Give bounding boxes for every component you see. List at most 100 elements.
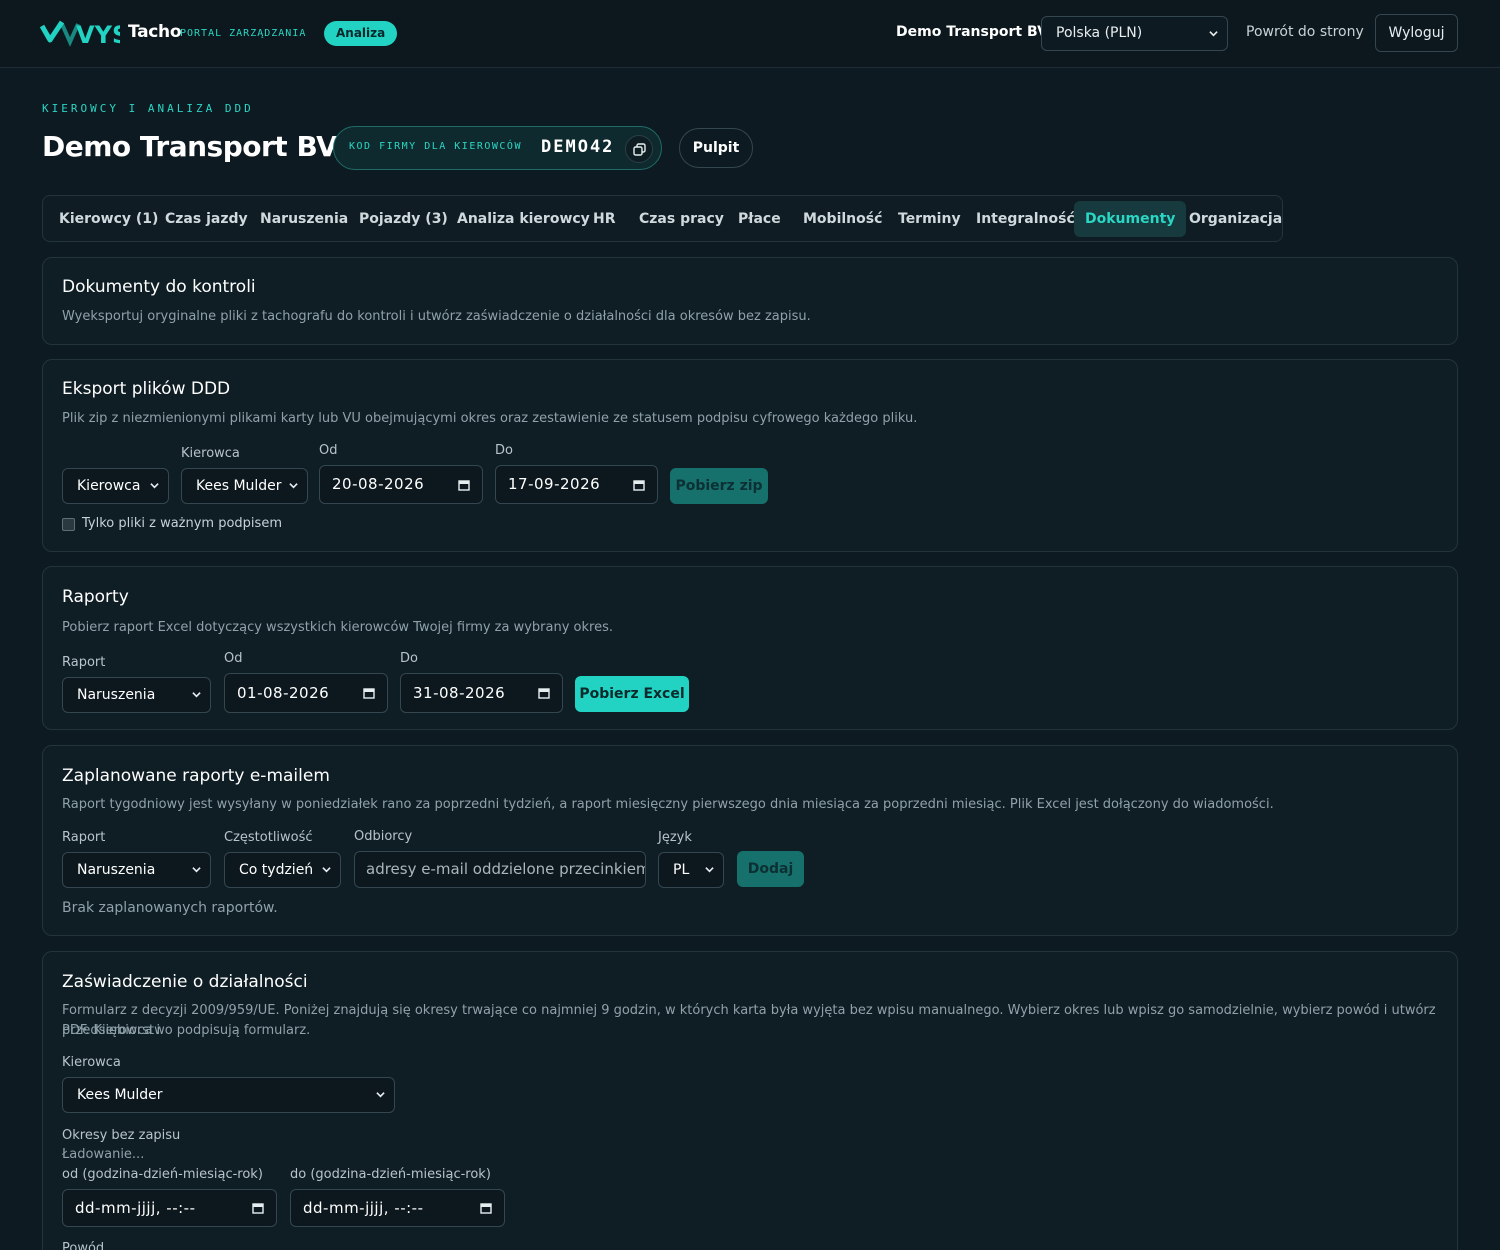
calendar-icon xyxy=(538,688,550,699)
recipients-placeholder: adresy e-mail oddzielone przecinkiem xyxy=(366,860,646,878)
export-driver-select[interactable]: Kees Mulder xyxy=(181,468,308,504)
report-type-select[interactable]: Naruszenia xyxy=(62,677,211,713)
chevron-down-icon xyxy=(150,483,159,489)
frequency-label: Częstotliwość xyxy=(224,830,313,845)
chevron-down-icon xyxy=(376,1092,385,1098)
add-schedule-button[interactable]: Dodaj xyxy=(737,851,804,887)
card-description-line2: przedsiębiorstwo podpisują formularz. xyxy=(62,1023,311,1038)
to-datetime-placeholder: dd-mm-jjjj, --:-- xyxy=(303,1199,424,1217)
download-zip-button[interactable]: Pobierz zip xyxy=(670,468,768,504)
card-description: Plik zip z niezmienionymi plikami karty … xyxy=(62,411,918,426)
tab-kierowcy[interactable]: Kierowcy (1) xyxy=(48,201,169,237)
export-to-date[interactable]: 17-09-2026 xyxy=(495,465,658,504)
country-select-value: Polska (PLN) xyxy=(1056,25,1143,41)
report-from-date[interactable]: 01-08-2026 xyxy=(224,673,388,713)
export-to-value: 17-09-2026 xyxy=(508,475,601,493)
card-title: Zaplanowane raporty e-mailem xyxy=(62,766,330,786)
calendar-icon xyxy=(480,1203,492,1214)
to-label: Do xyxy=(400,651,418,666)
export-from-value: 20-08-2026 xyxy=(332,475,425,493)
chevron-down-icon xyxy=(705,867,714,873)
card-description: Wyeksportuj oryginalne pliki z tachograf… xyxy=(62,309,811,324)
frequency-value: Co tydzień xyxy=(239,862,314,878)
calendar-icon xyxy=(363,688,375,699)
tab-place[interactable]: Płace xyxy=(727,201,792,237)
scheduled-reports-card: Zaplanowane raporty e-mailem Raport tygo… xyxy=(42,745,1458,936)
tab-integralnosc[interactable]: Integralność xyxy=(965,201,1086,237)
export-type-select[interactable]: Kierowca xyxy=(62,468,169,504)
attestation-driver-value: Kees Mulder xyxy=(77,1087,163,1103)
page-title: Demo Transport BV xyxy=(42,130,338,163)
card-description: Raport tygodniowy jest wysyłany w ponied… xyxy=(62,797,1274,812)
tab-terminy[interactable]: Terminy xyxy=(887,201,972,237)
to-label: Do xyxy=(495,443,513,458)
export-driver-value: Kees Mulder xyxy=(196,478,282,494)
top-bar: VYS Tacho PORTAL ZARZĄDZANIA Analiza Dem… xyxy=(0,0,1500,68)
language-label: Język xyxy=(658,830,692,845)
reason-label: Powód xyxy=(62,1241,105,1250)
back-to-site-link[interactable]: Powrót do strony xyxy=(1246,24,1364,40)
report-type-value: Naruszenia xyxy=(77,687,156,703)
company-code-pill: KOD FIRMY DLA KIEROWCÓW DEMO42 xyxy=(333,126,662,170)
export-from-date[interactable]: 20-08-2026 xyxy=(319,465,483,504)
tab-czas-jazdy[interactable]: Czas jazdy xyxy=(154,201,259,237)
attestation-from-datetime[interactable]: dd-mm-jjjj, --:-- xyxy=(62,1189,277,1227)
language-select[interactable]: PL xyxy=(658,852,724,888)
current-company: Demo Transport BV xyxy=(896,24,1048,40)
calendar-icon xyxy=(252,1203,264,1214)
report-label: Raport xyxy=(62,830,106,845)
section-eyebrow: KIEROWCY I ANALIZA DDD xyxy=(42,102,254,115)
calendar-icon xyxy=(633,480,645,491)
driver-label: Kierowca xyxy=(62,1055,121,1070)
tab-organizacja[interactable]: Organizacja xyxy=(1178,201,1293,237)
report-to-value: 31-08-2026 xyxy=(413,684,506,702)
from-datetime-placeholder: dd-mm-jjjj, --:-- xyxy=(75,1199,196,1217)
download-excel-button[interactable]: Pobierz Excel xyxy=(575,676,689,712)
logout-button[interactable]: Wyloguj xyxy=(1375,14,1458,52)
to-datetime-label: do (godzina-dzień-miesiąc-rok) xyxy=(290,1167,491,1182)
recipients-label: Odbiorcy xyxy=(354,829,413,844)
empty-schedule-note: Brak zaplanowanych raportów. xyxy=(62,900,278,916)
country-select[interactable]: Polska (PLN) xyxy=(1041,16,1228,51)
loading-text: Ładowanie... xyxy=(62,1147,145,1162)
brand-subtitle: PORTAL ZARZĄDZANIA xyxy=(180,28,307,39)
logo-icon: VYS xyxy=(40,20,120,48)
card-title: Eksport plików DDD xyxy=(62,379,231,399)
tab-mobilnosc[interactable]: Mobilność xyxy=(792,201,893,237)
copy-code-button[interactable] xyxy=(625,135,653,163)
tab-czas-pracy[interactable]: Czas pracy xyxy=(628,201,735,237)
dashboard-button[interactable]: Pulpit xyxy=(679,128,753,168)
scheduled-report-select[interactable]: Naruszenia xyxy=(62,852,211,888)
report-to-date[interactable]: 31-08-2026 xyxy=(400,673,563,713)
brand-name: Tacho xyxy=(128,22,182,42)
report-label: Raport xyxy=(62,655,106,670)
reports-card: Raporty Pobierz raport Excel dotyczący w… xyxy=(42,566,1458,730)
from-datetime-label: od (godzina-dzień-miesiąc-rok) xyxy=(62,1167,263,1182)
copy-icon xyxy=(633,143,646,156)
tab-hr[interactable]: HR xyxy=(582,201,627,237)
tab-naruszenia[interactable]: Naruszenia xyxy=(249,201,359,237)
attestation-to-datetime[interactable]: dd-mm-jjjj, --:-- xyxy=(290,1189,505,1227)
frequency-select[interactable]: Co tydzień xyxy=(224,852,341,888)
ddd-export-card: Eksport plików DDD Plik zip z niezmienio… xyxy=(42,359,1458,552)
recipients-input[interactable]: adresy e-mail oddzielone przecinkiem xyxy=(354,851,646,888)
language-value: PL xyxy=(673,862,690,878)
chevron-down-icon xyxy=(289,483,298,489)
card-title: Dokumenty do kontroli xyxy=(62,277,256,297)
driver-label: Kierowca xyxy=(181,446,240,461)
company-code-value: DEMO42 xyxy=(541,137,615,157)
chevron-down-icon xyxy=(192,867,201,873)
chevron-down-icon xyxy=(192,692,201,698)
activity-attestation-card: Zaświadczenie o działalności Formularz z… xyxy=(42,951,1458,1250)
tab-pojazdy[interactable]: Pojazdy (3) xyxy=(348,201,459,237)
valid-signature-checkbox[interactable] xyxy=(62,518,75,531)
tab-dokumenty[interactable]: Dokumenty xyxy=(1074,201,1187,237)
card-title: Zaświadczenie o działalności xyxy=(62,972,308,992)
from-label: Od xyxy=(319,443,338,458)
tab-analiza-kierowcy[interactable]: Analiza kierowcy xyxy=(446,201,601,237)
company-code-label: KOD FIRMY DLA KIEROWCÓW xyxy=(349,141,522,152)
documents-intro-card: Dokumenty do kontroli Wyeksportuj orygin… xyxy=(42,257,1458,345)
card-title: Raporty xyxy=(62,587,129,607)
periods-label: Okresy bez zapisu xyxy=(62,1128,181,1143)
attestation-driver-select[interactable]: Kees Mulder xyxy=(62,1077,395,1113)
